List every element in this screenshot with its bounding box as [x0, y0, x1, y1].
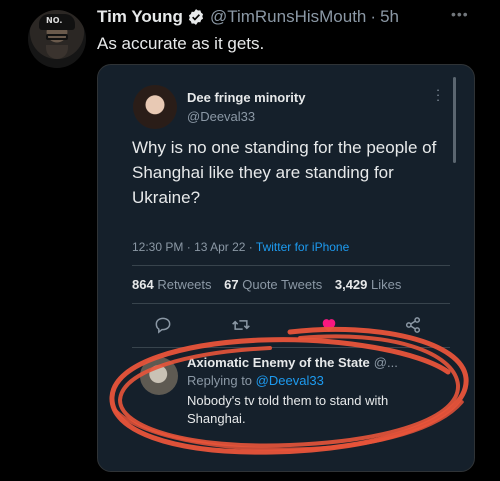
- avatar-glasses: [46, 34, 68, 40]
- avatar-beard: [46, 45, 68, 59]
- replying-to-handle: @Deeval33: [255, 373, 324, 388]
- meta-separator: ·: [186, 240, 195, 254]
- like-icon: [322, 319, 336, 332]
- scrollbar[interactable]: [453, 77, 456, 163]
- quoted-tweet-date: 13 Apr 22: [194, 240, 246, 254]
- reply-author-name: Axiomatic Enemy of the State @...: [187, 355, 398, 370]
- quoted-author-name: Dee fringe minority: [187, 90, 306, 105]
- verified-badge-icon: [188, 9, 204, 25]
- stat-quote-tweets: 67 Quote Tweets: [224, 277, 323, 292]
- retweet-icon: [232, 320, 250, 330]
- meta-separator: ·: [248, 240, 256, 254]
- stat-likes: 3,429 Likes: [334, 277, 402, 292]
- author-handle[interactable]: @TimRunsHisMouth: [210, 7, 366, 27]
- author-avatar[interactable]: NO.: [28, 10, 86, 68]
- stat-retweets: 864 Retweets: [132, 277, 212, 292]
- reply-icon: [155, 317, 171, 334]
- quoted-tweet-body: Why is no one standing for the people of…: [132, 138, 437, 207]
- attached-screenshot[interactable]: Dee fringe minority @Deeval33 · · · Why is…: [97, 64, 475, 472]
- quoted-author-avatar: [133, 85, 177, 129]
- author-name[interactable]: Tim Young: [97, 7, 183, 27]
- reply-author-avatar: [140, 357, 178, 395]
- replying-to: Replying to @Deeval33: [187, 373, 324, 388]
- quoted-more-icon: · · ·: [435, 82, 441, 107]
- reply-tweet: Axiomatic Enemy of the State @... Replyin…: [132, 349, 462, 429]
- avatar-cap-text: NO.: [46, 16, 63, 25]
- action-bar: [153, 315, 433, 337]
- tweet-timestamp[interactable]: 5h: [380, 7, 399, 27]
- divider: [132, 265, 450, 266]
- quoted-tweet-time: 12:30 PM: [132, 240, 184, 254]
- reply-text: Nobody's tv told them to stand with Shan…: [187, 393, 389, 426]
- share-icon: [405, 317, 421, 333]
- quoted-tweet-meta: 12:30 PM · 13 Apr 22 · Twitter for iPhon…: [132, 240, 349, 254]
- quoted-tweet-source: Twitter for iPhone: [255, 240, 350, 254]
- tweet-header: Tim Young @TimRunsHisMouth · 5h: [97, 6, 399, 28]
- divider: [132, 303, 450, 304]
- quoted-author-handle: @Deeval33: [187, 109, 256, 124]
- divider: [132, 347, 450, 348]
- header-separator: ·: [370, 7, 377, 26]
- outer-tweet[interactable]: NO. Tim Young @TimRunsHisMouth · 5h ••• …: [0, 0, 500, 481]
- tweet-text: As accurate as it gets.: [97, 34, 265, 53]
- more-options-icon[interactable]: •••: [451, 6, 469, 22]
- engagement-stats: 864 Retweets 67 Quote Tweets 3,429 Likes: [132, 277, 410, 292]
- reply-author-handle: @...: [373, 355, 398, 370]
